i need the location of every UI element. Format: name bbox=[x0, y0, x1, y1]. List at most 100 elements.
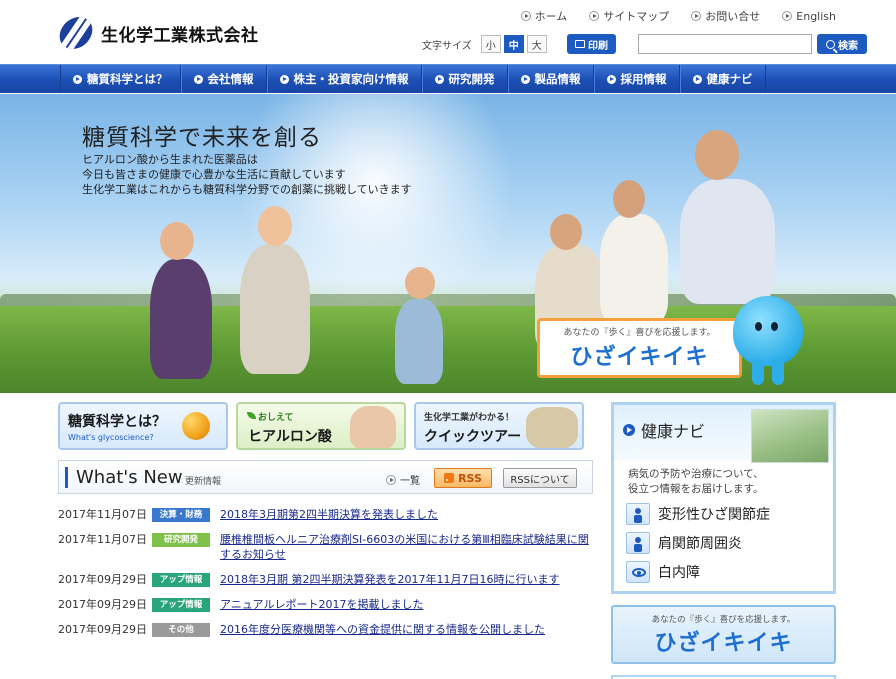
news-link[interactable]: 2018年3月期第2四半期決算を発表しました bbox=[220, 507, 438, 522]
utility-home-link[interactable]: ホーム bbox=[520, 8, 568, 24]
nav-item-investors[interactable]: 株主・投資家向け情報 bbox=[266, 65, 422, 93]
utility-contact-link[interactable]: お問い合せ bbox=[691, 8, 760, 24]
utility-english-link[interactable]: English bbox=[782, 8, 836, 24]
shoulder-figure-icon bbox=[626, 532, 650, 554]
nav-item-label: 研究開発 bbox=[448, 72, 495, 86]
global-nav: 糖質科学とは？ 会社情報 株主・投資家向け情報 研究開発 製品情報 採用情報 健… bbox=[0, 64, 896, 93]
list-item: 2017年09月29日 アップ情報 アニュアルレポート2017を掲載しました bbox=[58, 597, 593, 612]
list-item: 2017年11月07日 決算・財務 2018年3月期第2四半期決算を発表しました bbox=[58, 507, 593, 522]
arrow-icon bbox=[691, 11, 702, 21]
category-badge: アップ情報 bbox=[152, 573, 210, 587]
arrow-icon bbox=[606, 74, 616, 84]
health-navi-title-text: 健康ナビ bbox=[641, 422, 706, 441]
nav-item-label: 株主・投資家向け情報 bbox=[293, 72, 409, 86]
nav-item-company[interactable]: 会社情報 bbox=[180, 65, 267, 93]
card-title: 糖質科学とは？ bbox=[68, 414, 166, 430]
nav-item-health-navi[interactable]: 健康ナビ bbox=[679, 65, 766, 93]
company-logo[interactable]: 生化学工業株式会社 bbox=[56, 17, 259, 49]
nav-item-label: 健康ナビ bbox=[706, 72, 753, 86]
utility-link-label: サイトマップ bbox=[603, 10, 670, 23]
hiza-ikiiki-side-banner[interactable]: あなたの『歩く』喜びを応援します。 ひざイキイキ bbox=[611, 605, 836, 664]
search-input[interactable] bbox=[638, 34, 812, 54]
nav-item-label: 糖質科学とは？ bbox=[87, 72, 168, 86]
health-item-shoulder[interactable]: 肩関節周囲炎 bbox=[626, 530, 770, 556]
eye-icon bbox=[626, 561, 650, 583]
health-navi-header[interactable]: 健康ナビ bbox=[614, 405, 833, 463]
utility-nav: ホーム サイトマップ お問い合せ English bbox=[520, 8, 836, 24]
arrow-icon bbox=[386, 474, 396, 485]
search-button[interactable]: 検索 bbox=[817, 34, 867, 54]
font-size-large-button[interactable]: 大 bbox=[526, 35, 547, 53]
card-title: クイックツアー bbox=[424, 429, 522, 445]
arrow-icon bbox=[279, 74, 289, 84]
hero-line: ヒアルロン酸から生まれた医薬品は bbox=[82, 153, 258, 166]
arrow-icon bbox=[520, 11, 531, 21]
list-item: 2017年09月29日 アップ情報 2018年3月期 第2四半期決算発表を201… bbox=[58, 572, 593, 587]
nav-item-label: 製品情報 bbox=[534, 72, 581, 86]
card-subtitle: おしえて bbox=[258, 413, 294, 423]
news-list-link[interactable]: 一覧 bbox=[386, 472, 420, 487]
news-date: 2017年09月29日 bbox=[58, 598, 147, 611]
molecule-icon bbox=[182, 412, 210, 440]
arrow-icon bbox=[623, 424, 635, 436]
health-navi-title: 健康ナビ bbox=[623, 418, 705, 442]
nav-item-research[interactable]: 研究開発 bbox=[421, 65, 508, 93]
rss-label: RSS bbox=[458, 471, 482, 485]
company-name: 生化学工業株式会社 bbox=[101, 25, 259, 46]
utility-link-label: ホーム bbox=[534, 10, 568, 23]
utility-link-label: English bbox=[796, 9, 836, 23]
news-link[interactable]: 2018年3月期 第2四半期決算発表を2017年11月7日16時に行います bbox=[220, 572, 559, 587]
card-glycoscience[interactable]: 糖質科学とは？ What's glycoscience? bbox=[58, 402, 228, 450]
section-subtitle: 更新情報 bbox=[185, 477, 222, 487]
section-title: What's New bbox=[76, 467, 183, 488]
news-link[interactable]: 2016年度分医療機関等への資金提供に関する情報を公開しました bbox=[220, 622, 545, 637]
list-item: 2017年11月07日 研究開発 腰椎椎間板ヘルニア治療剤SI-6603の米国に… bbox=[58, 532, 593, 562]
news-link[interactable]: 腰椎椎間板ヘルニア治療剤SI-6603の米国における第Ⅲ相臨床試験結果に関するお… bbox=[220, 532, 593, 562]
health-item-knee[interactable]: 変形性ひざ関節症 bbox=[626, 501, 770, 527]
news-date: 2017年09月29日 bbox=[58, 573, 147, 586]
font-size-small-button[interactable]: 小 bbox=[480, 35, 501, 53]
font-size-label: 文字サイズ bbox=[422, 40, 472, 52]
logo-mark-icon bbox=[56, 17, 96, 49]
search-icon bbox=[826, 39, 835, 49]
leaf-icon bbox=[247, 412, 256, 419]
health-item-cataract[interactable]: 白内障 bbox=[626, 559, 770, 585]
card-quick-tour[interactable]: 生化学工業がわかる！ クイックツアー bbox=[414, 402, 584, 450]
rss-about-button[interactable]: RSSについて bbox=[503, 468, 577, 488]
nav-item-label: 採用情報 bbox=[620, 72, 667, 86]
rss-icon bbox=[444, 473, 455, 483]
rss-button[interactable]: RSS bbox=[434, 468, 492, 488]
banner-title: ひざイキイキ bbox=[570, 345, 709, 370]
elderly-couple-photo bbox=[751, 409, 829, 463]
health-item-label: 白内障 bbox=[658, 565, 700, 581]
hero-line: 今日も皆さまの健康で心豊かな生活に貢献しています bbox=[82, 168, 346, 181]
health-navi-panel: 健康ナビ 病気の予防や治療について、 役立つ情報をお届けします。 変形性ひざ関節… bbox=[611, 402, 836, 594]
card-subtitle: What's glycoscience? bbox=[68, 433, 154, 442]
nav-item-glycoscience[interactable]: 糖質科学とは？ bbox=[60, 65, 181, 93]
health-navi-description: 病気の予防や治療について、 役立つ情報をお届けします。 bbox=[628, 467, 764, 497]
health-navi-list: 変形性ひざ関節症 肩関節周囲炎 白内障 bbox=[626, 501, 770, 588]
hero-banner: 糖質科学で未来を創る ヒアルロン酸から生まれた医薬品は 今日も皆さまの健康で心豊… bbox=[0, 94, 896, 393]
card-hyaluronic-acid[interactable]: おしえて ヒアルロン酸 bbox=[236, 402, 406, 450]
nav-item-products[interactable]: 製品情報 bbox=[507, 65, 594, 93]
news-link[interactable]: アニュアルレポート2017を掲載しました bbox=[220, 597, 423, 612]
mascot-leg bbox=[772, 359, 784, 385]
arrow-icon bbox=[520, 74, 530, 84]
nav-item-recruit[interactable]: 採用情報 bbox=[593, 65, 680, 93]
print-button[interactable]: 印刷 bbox=[567, 34, 616, 54]
arrow-icon bbox=[692, 74, 702, 84]
search-button-label: 検索 bbox=[838, 40, 858, 52]
news-date: 2017年11月07日 bbox=[58, 508, 147, 521]
font-size-medium-button[interactable]: 中 bbox=[503, 35, 524, 53]
description-line: 役立つ情報をお届けします。 bbox=[628, 483, 764, 495]
hero-title: 糖質科学で未来を創る bbox=[82, 125, 322, 151]
utility-sitemap-link[interactable]: サイトマップ bbox=[589, 8, 669, 24]
category-badge: その他 bbox=[152, 623, 210, 637]
arrow-icon bbox=[782, 11, 793, 21]
next-panel-edge bbox=[611, 675, 836, 679]
category-badge: 研究開発 bbox=[152, 533, 210, 547]
category-badge: 決算・財務 bbox=[152, 508, 210, 522]
news-date: 2017年09月29日 bbox=[58, 623, 147, 636]
whats-new-header: What's New 更新情報 一覧 RSS RSSについて bbox=[58, 460, 593, 494]
hiza-ikiiki-banner[interactable]: あなたの『歩く』喜びを応援します。 ひざイキイキ bbox=[537, 318, 742, 378]
